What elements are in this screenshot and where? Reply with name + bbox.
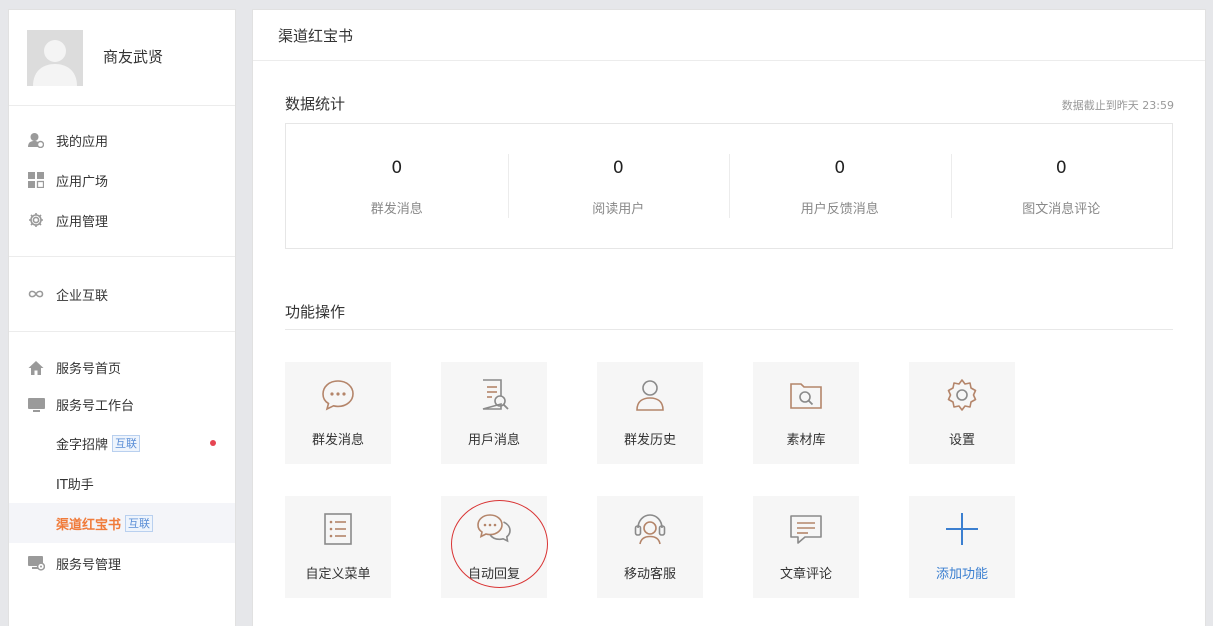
sidebar: 商友武贤 我的应用 应用广场 应用管理 企业互联 服务号首页 服务号工作台 金字… [8, 9, 236, 626]
sidebar-item-enterprise-link[interactable]: 企业互联 [9, 274, 235, 314]
sidebar-item-label: 服务号工作台 [56, 399, 135, 414]
sidebar-item-app-manage[interactable]: 应用管理 [9, 200, 235, 240]
stat-value: 0 [1055, 158, 1067, 178]
stat-value: 0 [391, 158, 403, 178]
chat-bubbles-icon [476, 511, 512, 547]
stats-box: 0 群发消息 0 阅读用户 0 用户反馈消息 0 图文消息评论 [285, 123, 1173, 249]
nav-group-service: 服务号首页 服务号工作台 金字招牌 互联 IT助手 渠道红宝书 互联 服务号管理 [9, 332, 235, 583]
tile-label: 移动客服 [623, 567, 676, 582]
sidebar-subitem-gold-sign[interactable]: 金字招牌 互联 [9, 423, 235, 463]
page-title: 渠道红宝书 [253, 10, 1205, 61]
functions-section-title: 功能操作 [285, 303, 346, 321]
sidebar-item-my-apps[interactable]: 我的应用 [9, 120, 235, 160]
tile-mass-message[interactable]: 群发消息 [285, 362, 391, 464]
tile-label: 设置 [948, 433, 975, 448]
sidebar-item-label: 服务号首页 [56, 362, 122, 377]
sidebar-item-label: 服务号管理 [56, 557, 122, 573]
stat-label: 阅读用户 [592, 202, 645, 217]
tile-label: 添加功能 [935, 567, 988, 582]
stat-value: 0 [834, 158, 846, 178]
stat-label: 群发消息 [370, 202, 423, 217]
tile-label: 素材库 [786, 433, 826, 448]
nav-group-apps: 我的应用 应用广场 应用管理 [9, 106, 235, 257]
sidebar-item-app-square[interactable]: 应用广场 [9, 160, 235, 200]
stat-label: 用户反馈消息 [800, 202, 879, 217]
stat-article-comments[interactable]: 0 图文消息评论 [950, 124, 1173, 248]
list-icon [320, 511, 356, 547]
grid-icon [27, 171, 45, 189]
tile-mass-history[interactable]: 群发历史 [597, 362, 703, 464]
folder-search-icon [788, 377, 824, 413]
stat-mass-messages[interactable]: 0 群发消息 [286, 124, 508, 248]
tile-label: 群发历史 [623, 433, 676, 448]
tile-label: 文章评论 [779, 567, 832, 582]
monitor-icon [27, 396, 45, 414]
tile-material-library[interactable]: 素材库 [753, 362, 859, 464]
tile-article-comments[interactable]: 文章评论 [753, 496, 859, 598]
sidebar-item-service-home[interactable]: 服务号首页 [9, 349, 235, 386]
headset-icon [632, 511, 668, 547]
settings-gear-icon [944, 377, 980, 413]
sidebar-item-label: 渠道红宝书 [56, 517, 122, 533]
interconnect-tag: 互联 [112, 434, 141, 452]
sidebar-item-label: IT助手 [56, 477, 94, 493]
tile-user-messages[interactable]: 用戶消息 [441, 362, 547, 464]
tile-label: 自动回复 [467, 567, 520, 582]
sidebar-item-label: 我的应用 [56, 134, 109, 150]
notification-dot [210, 440, 216, 446]
tile-label: 群发消息 [311, 433, 364, 448]
sidebar-item-label: 应用广场 [56, 174, 109, 190]
main-panel: 渠道红宝书 数据统计 数据截止到昨天 23:59 0 群发消息 0 阅读用户 0… [252, 9, 1206, 626]
profile: 商友武贤 [9, 10, 235, 106]
monitor-gear-icon [27, 554, 45, 572]
sidebar-item-label: 企业互联 [56, 288, 109, 304]
interconnect-tag: 互联 [125, 514, 154, 532]
sidebar-subitem-channel-redbook[interactable]: 渠道红宝书 互联 [9, 503, 235, 543]
sidebar-subitem-it-assistant[interactable]: IT助手 [9, 463, 235, 503]
tile-mobile-service[interactable]: 移动客服 [597, 496, 703, 598]
stats-timestamp: 数据截止到昨天 23:59 [1061, 99, 1174, 112]
divider [285, 329, 1173, 330]
tile-auto-reply[interactable]: 自动回复 [441, 496, 547, 598]
gear-icon [27, 211, 45, 229]
stats-section-title: 数据统计 [285, 95, 346, 113]
plus-icon [944, 511, 980, 547]
user-app-icon [27, 131, 45, 149]
person-icon [632, 377, 668, 413]
stat-value: 0 [612, 158, 624, 178]
sidebar-item-label: 金字招牌 [56, 437, 109, 453]
chat-bubble-icon [320, 377, 356, 413]
profile-name: 商友武贤 [103, 48, 164, 66]
tile-custom-menu[interactable]: 自定义菜单 [285, 496, 391, 598]
avatar[interactable] [27, 30, 83, 86]
stat-read-users[interactable]: 0 阅读用户 [507, 124, 730, 248]
comment-icon [788, 511, 824, 547]
stat-user-feedback[interactable]: 0 用户反馈消息 [729, 124, 951, 248]
tile-settings[interactable]: 设置 [909, 362, 1015, 464]
home-icon [27, 359, 45, 377]
tile-add-function[interactable]: 添加功能 [909, 496, 1015, 598]
tile-label: 用戶消息 [467, 433, 520, 448]
infinity-icon [27, 285, 45, 303]
sidebar-item-service-manage[interactable]: 服务号管理 [9, 543, 235, 583]
stat-label: 图文消息评论 [1022, 202, 1101, 217]
sidebar-item-label: 应用管理 [56, 214, 109, 230]
tile-label: 自定义菜单 [305, 567, 371, 582]
sidebar-item-service-workbench[interactable]: 服务号工作台 [9, 386, 235, 423]
document-search-icon [476, 377, 512, 413]
nav-group-enterprise: 企业互联 [9, 257, 235, 332]
